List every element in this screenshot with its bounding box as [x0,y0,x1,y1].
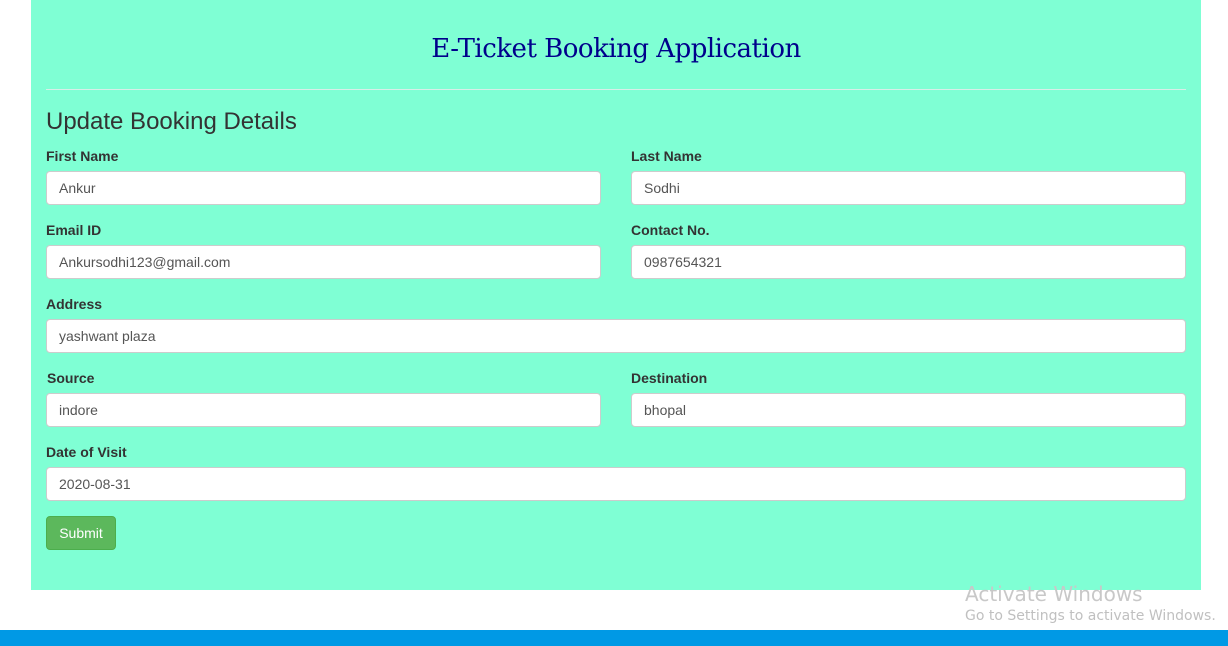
first-name-label: First Name [46,148,119,164]
source-input[interactable] [46,393,601,427]
last-name-label: Last Name [631,148,702,164]
address-input[interactable] [46,319,1186,353]
header-divider [46,89,1186,90]
source-label: Source [47,370,95,386]
booking-panel: E-Ticket Booking Application Update Book… [31,0,1201,590]
email-input[interactable] [46,245,601,279]
destination-label: Destination [631,370,708,386]
first-name-input[interactable] [46,171,601,205]
activate-windows-title: Activate Windows [965,582,1143,606]
app-title: E-Ticket Booking Application [431,34,801,64]
date-of-visit-input[interactable] [46,467,1186,501]
form-title: Update Booking Details [46,108,297,135]
destination-input[interactable] [631,393,1186,427]
date-of-visit-label: Date of Visit [46,444,127,460]
activate-windows-subtitle: Go to Settings to activate Windows. [965,608,1216,624]
taskbar [0,630,1228,646]
contact-input[interactable] [631,245,1186,279]
submit-button[interactable]: Submit [46,516,116,550]
contact-label: Contact No. [631,222,710,238]
address-label: Address [46,296,103,312]
last-name-input[interactable] [631,171,1186,205]
email-label: Email ID [46,222,102,238]
